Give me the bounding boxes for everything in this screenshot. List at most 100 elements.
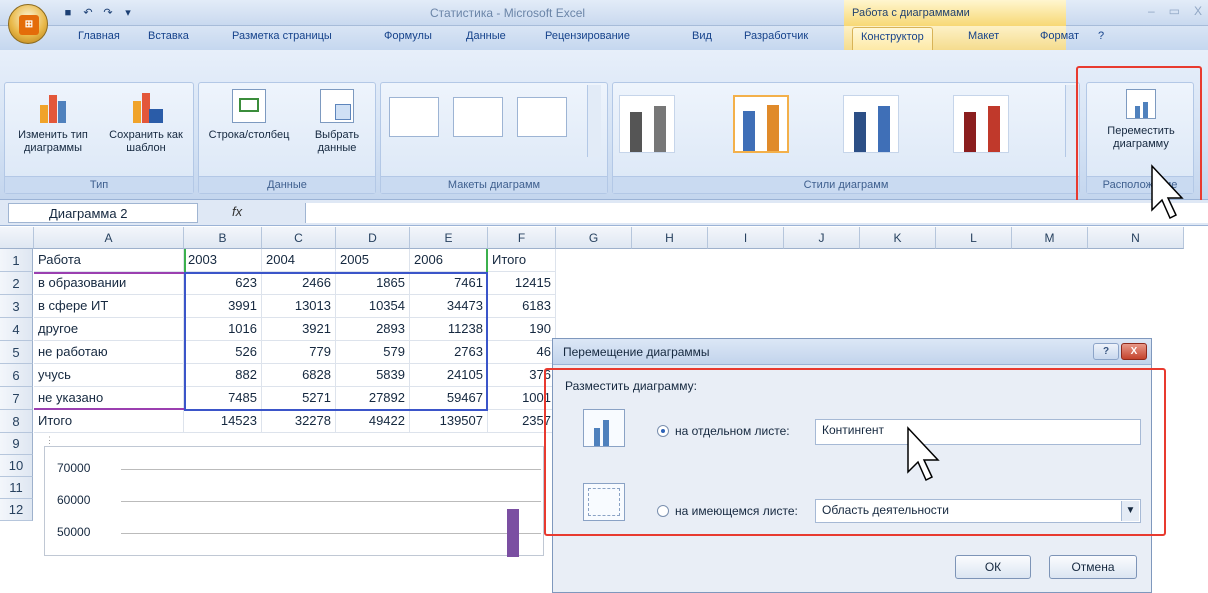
tab-design[interactable]: Конструктор <box>852 27 933 50</box>
col-header-f[interactable]: F <box>488 227 556 249</box>
row-header-11[interactable]: 11 <box>0 477 33 499</box>
table-cell[interactable]: 49422 <box>336 410 410 433</box>
row-header-7[interactable]: 7 <box>0 387 33 410</box>
tab-layout[interactable]: Макет <box>968 30 999 42</box>
col-header-d[interactable]: D <box>336 227 410 249</box>
table-cell[interactable]: 46 <box>488 341 556 364</box>
name-box[interactable]: Диаграмма 2 <box>8 203 198 223</box>
table-header-cell[interactable]: Итого <box>488 249 556 272</box>
table-header-cell[interactable]: 2006 <box>410 249 488 272</box>
row-header-2[interactable]: 2 <box>0 272 33 295</box>
select-all-corner[interactable] <box>0 227 34 249</box>
table-header-cell[interactable]: Работа <box>34 249 184 272</box>
table-cell[interactable]: в образовании <box>34 272 184 295</box>
col-header-g[interactable]: G <box>556 227 632 249</box>
table-cell[interactable]: не работаю <box>34 341 184 364</box>
fx-icon[interactable]: fx <box>232 204 242 219</box>
restore-button[interactable]: ▭ <box>1169 4 1180 18</box>
col-header-m[interactable]: M <box>1012 227 1088 249</box>
dialog-help-button[interactable]: ? <box>1093 343 1119 360</box>
window-controls: – ▭ X <box>1148 4 1202 18</box>
row-header-1[interactable]: 1 <box>0 249 33 272</box>
title-bar: ■ ↶ ↷ ▾ Статистика - Microsoft Excel Раб… <box>0 0 1208 26</box>
dialog-close-button[interactable]: X <box>1121 343 1147 360</box>
save-as-template-button[interactable]: Сохранить как шаблон <box>101 89 191 155</box>
y-tick-50000: 50000 <box>57 525 91 539</box>
style-thumb-4[interactable] <box>953 95 1009 153</box>
tab-formulas[interactable]: Формулы <box>384 30 432 42</box>
layout-thumb-3[interactable] <box>517 97 567 137</box>
tab-data[interactable]: Данные <box>466 30 506 42</box>
table-cell[interactable]: другое <box>34 318 184 341</box>
layout-thumb-1[interactable] <box>389 97 439 137</box>
table-header-cell[interactable]: 2004 <box>262 249 336 272</box>
layout-thumb-2[interactable] <box>453 97 503 137</box>
office-logo-icon: ⊞ <box>19 15 39 35</box>
table-cell[interactable]: 32278 <box>262 410 336 433</box>
col-header-a[interactable]: A <box>34 227 184 249</box>
table-header-cell[interactable]: 2003 <box>184 249 262 272</box>
col-header-j[interactable]: J <box>784 227 860 249</box>
window-title: Статистика - Microsoft Excel <box>430 6 586 20</box>
col-header-l[interactable]: L <box>936 227 1012 249</box>
col-header-n[interactable]: N <box>1088 227 1184 249</box>
tab-view[interactable]: Вид <box>692 30 712 42</box>
table-cell[interactable]: 14523 <box>184 410 262 433</box>
row-header-5[interactable]: 5 <box>0 341 33 364</box>
customize-qat-icon[interactable]: ▾ <box>120 6 136 20</box>
embedded-chart[interactable]: ⋮ 70000 60000 50000 <box>44 435 544 557</box>
group-chart-layouts: Макеты диаграмм <box>380 82 608 194</box>
table-cell[interactable]: 190 <box>488 318 556 341</box>
table-cell[interactable]: 6183 <box>488 295 556 318</box>
group-label-type: Тип <box>5 176 193 193</box>
table-cell[interactable]: 139507 <box>410 410 488 433</box>
cancel-button[interactable]: Отмена <box>1049 555 1137 579</box>
tab-insert[interactable]: Вставка <box>148 30 189 42</box>
col-header-b[interactable]: B <box>184 227 262 249</box>
quick-access-toolbar: ■ ↶ ↷ ▾ <box>60 5 136 21</box>
row-header-9[interactable]: 9 <box>0 433 33 455</box>
tab-page-layout[interactable]: Разметка страницы <box>232 30 332 42</box>
style-thumb-1[interactable] <box>619 95 675 153</box>
col-header-h[interactable]: H <box>632 227 708 249</box>
ok-button[interactable]: ОК <box>955 555 1031 579</box>
context-group-title: Работа с диаграммами <box>844 0 1066 26</box>
table-cell[interactable]: Итого <box>34 410 184 433</box>
col-header-e[interactable]: E <box>410 227 488 249</box>
close-button[interactable]: X <box>1194 4 1202 18</box>
col-header-i[interactable]: I <box>708 227 784 249</box>
row-header-10[interactable]: 10 <box>0 455 33 477</box>
style-thumb-3[interactable] <box>843 95 899 153</box>
help-icon[interactable]: ? <box>1098 30 1104 42</box>
col-header-c[interactable]: C <box>262 227 336 249</box>
table-header-cell[interactable]: 2005 <box>336 249 410 272</box>
undo-icon[interactable]: ↶ <box>80 6 96 20</box>
style-thumb-2[interactable] <box>733 95 789 153</box>
group-type: Изменить тип диаграммы Сохранить как шаб… <box>4 82 194 194</box>
row-header-4[interactable]: 4 <box>0 318 33 341</box>
save-icon[interactable]: ■ <box>60 6 76 20</box>
tab-developer[interactable]: Разработчик <box>744 30 808 42</box>
redo-icon[interactable]: ↷ <box>100 6 116 20</box>
group-label-styles: Стили диаграмм <box>613 176 1079 193</box>
layouts-scroll[interactable] <box>587 85 601 157</box>
tab-review[interactable]: Рецензирование <box>545 30 630 42</box>
row-header-3[interactable]: 3 <box>0 295 33 318</box>
row-header-6[interactable]: 6 <box>0 364 33 387</box>
col-header-k[interactable]: K <box>860 227 936 249</box>
formula-input[interactable] <box>305 203 1208 223</box>
row-header-8[interactable]: 8 <box>0 410 33 433</box>
minimize-button[interactable]: – <box>1148 4 1155 18</box>
row-header-12[interactable]: 12 <box>0 499 33 521</box>
mouse-cursor-icon <box>1151 164 1184 220</box>
select-data-button[interactable]: Выбрать данные <box>299 89 375 155</box>
table-cell[interactable]: не указано <box>34 387 184 410</box>
office-button[interactable]: ⊞ <box>8 4 48 44</box>
tab-format[interactable]: Формат <box>1040 30 1079 42</box>
change-chart-type-button[interactable]: Изменить тип диаграммы <box>9 89 97 155</box>
switch-row-column-button[interactable]: Строка/столбец <box>201 89 297 142</box>
tab-home[interactable]: Главная <box>78 30 120 42</box>
table-cell[interactable]: учусь <box>34 364 184 387</box>
table-cell[interactable]: в сфере ИТ <box>34 295 184 318</box>
table-cell[interactable]: 12415 <box>488 272 556 295</box>
